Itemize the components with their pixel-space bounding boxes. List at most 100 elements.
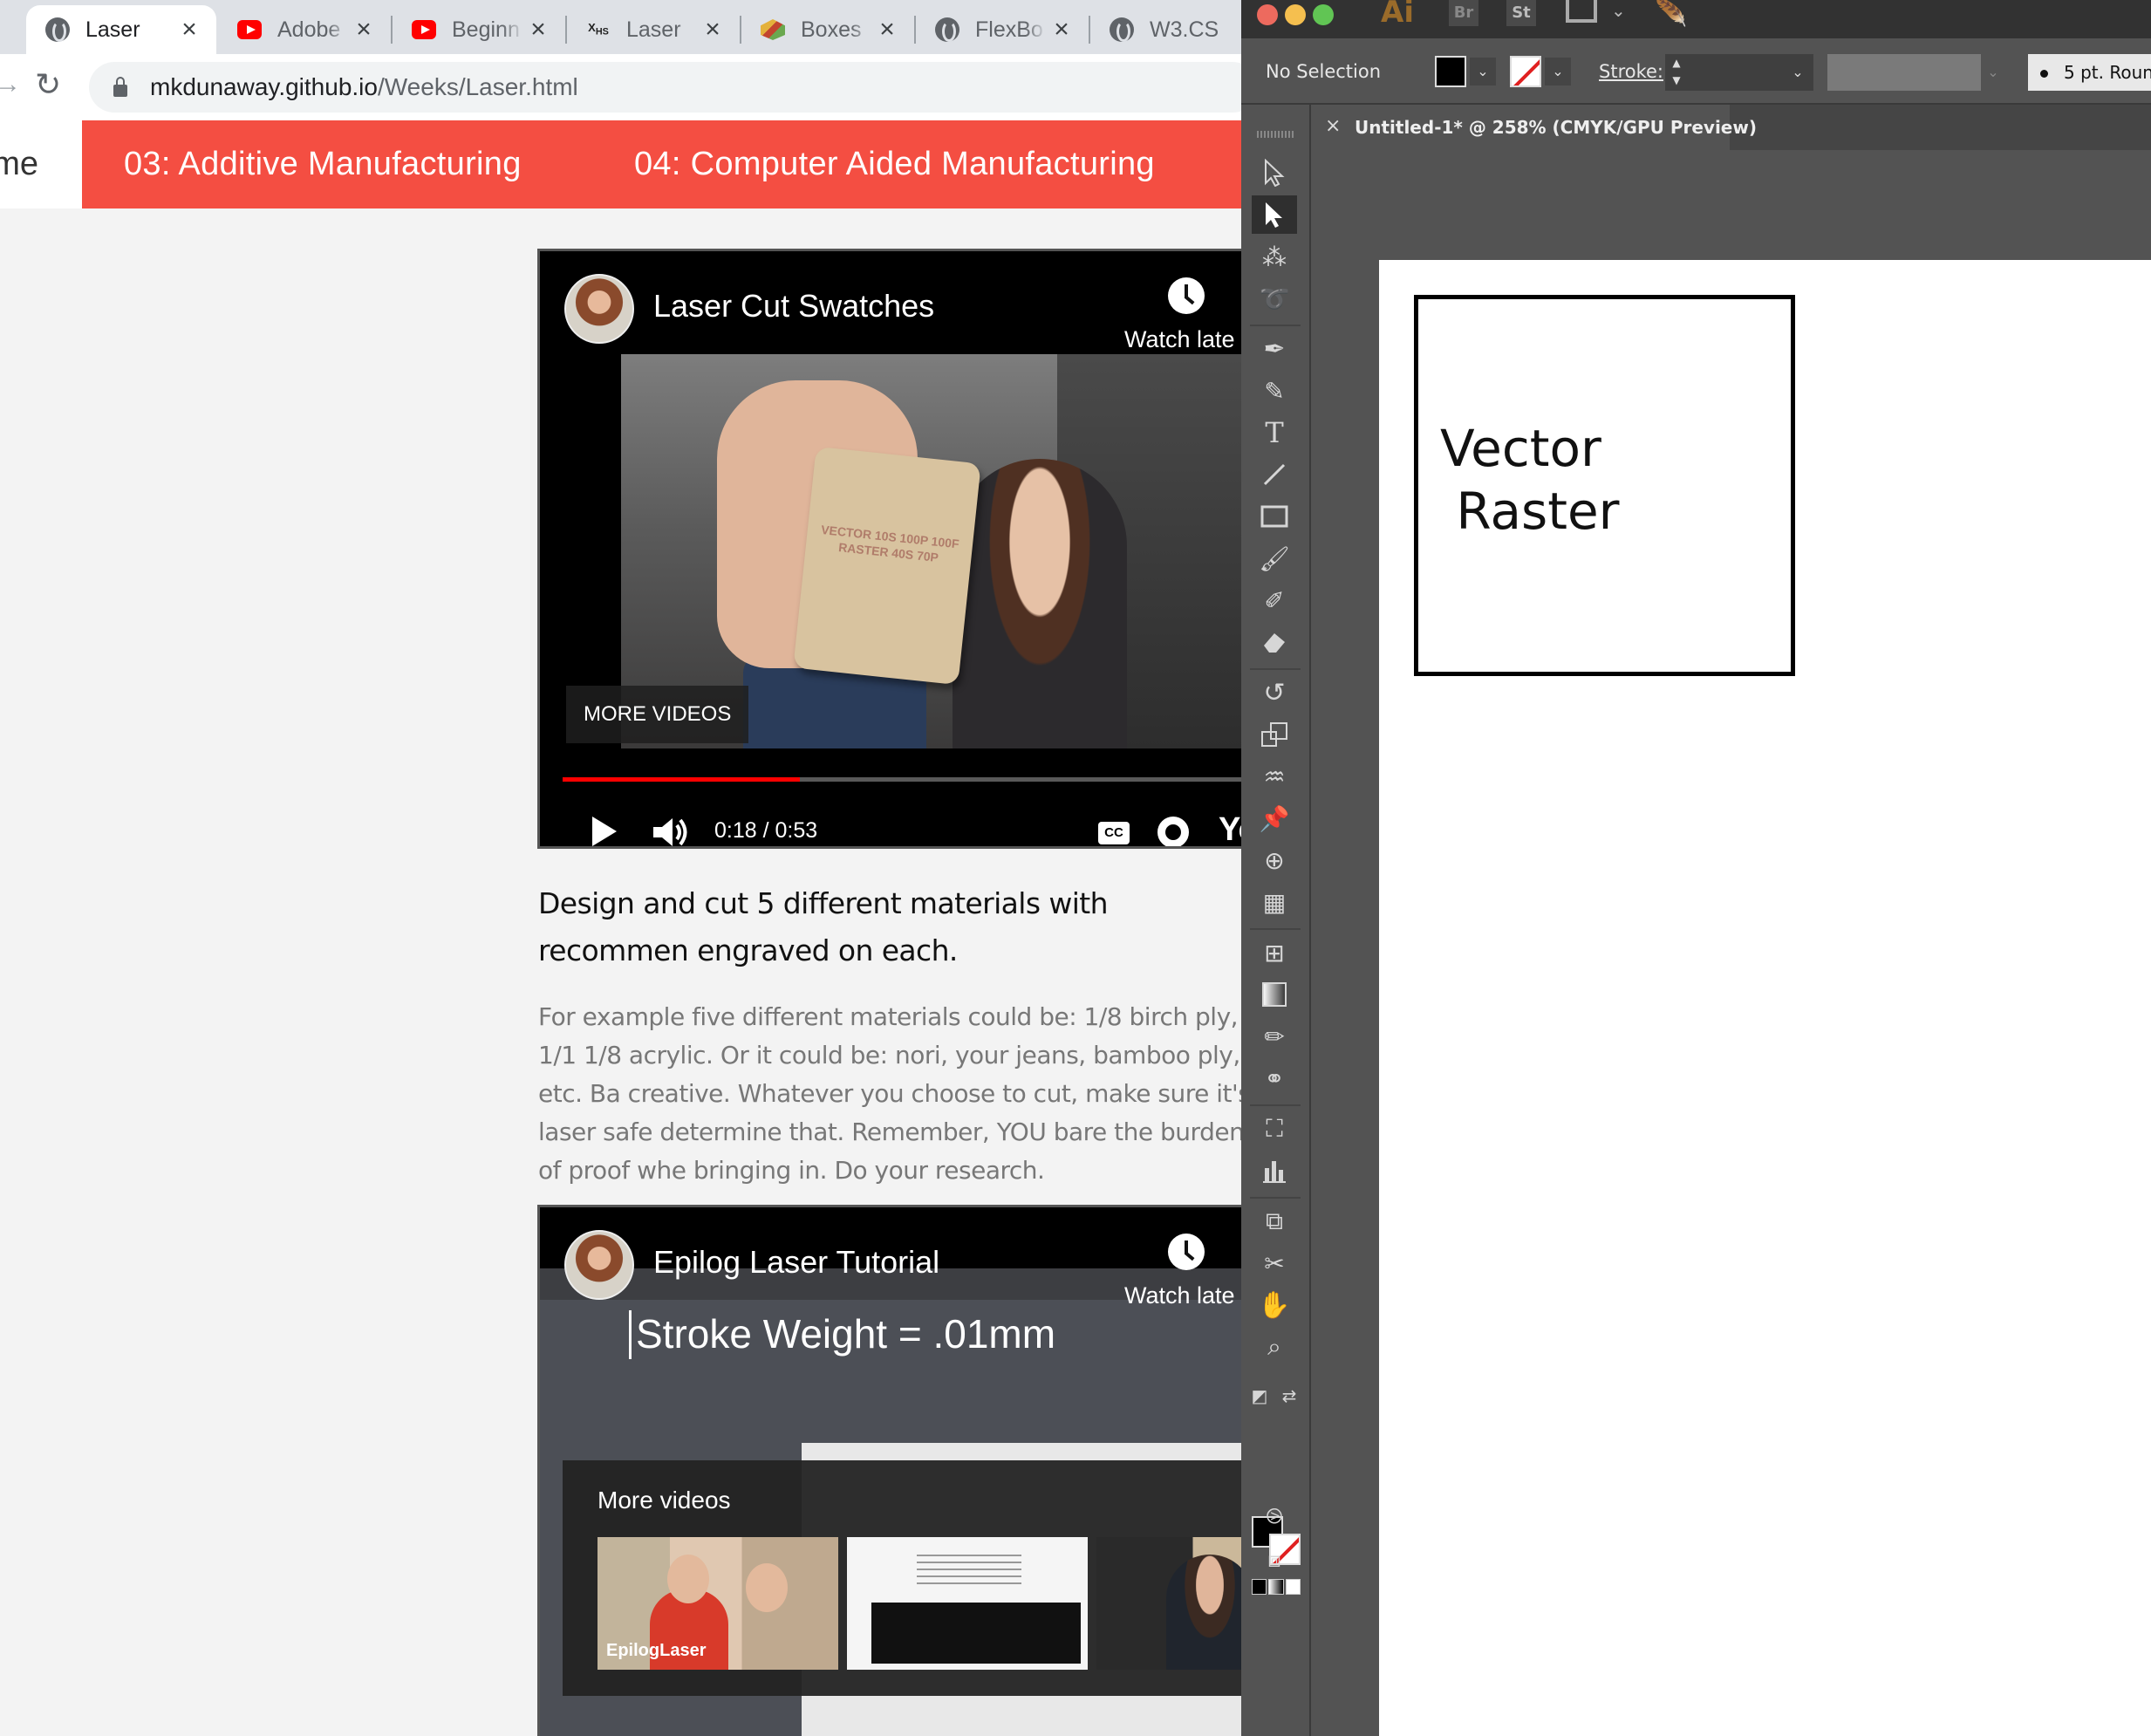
chevron-down-icon[interactable]: ⌄	[1611, 0, 1626, 21]
gradient-mode-icon[interactable]	[1268, 1579, 1284, 1595]
channel-avatar[interactable]	[564, 274, 634, 344]
shaper-tool-icon[interactable]: ✐	[1252, 581, 1297, 619]
tab-adobe[interactable]: Adobe ×	[218, 5, 391, 54]
nav-additive-manufacturing[interactable]: 03: Additive Manufacturing	[124, 120, 522, 208]
swap-fill-stroke-icon[interactable]: ⇄	[1276, 1377, 1302, 1415]
video-laser-cut-swatches[interactable]: VECTOR 10S 100P 100F RASTER 40S 70P Lase…	[537, 249, 1241, 849]
chevron-down-icon[interactable]: ⌄	[1782, 54, 1813, 91]
default-fill-stroke-icon[interactable]: ◩	[1246, 1377, 1273, 1415]
video-title[interactable]: Laser Cut Swatches	[653, 288, 934, 325]
screen-mode-icon[interactable]: ⧈	[1252, 1541, 1297, 1579]
perspective-grid-tool-icon[interactable]: ▦	[1252, 883, 1297, 921]
channel-avatar[interactable]	[564, 1230, 634, 1300]
rotate-tool-icon[interactable]: ↺	[1252, 673, 1297, 712]
tab-w3css[interactable]: W3.CS	[1090, 5, 1241, 54]
tab-boxes[interactable]: Boxes ×	[741, 5, 914, 54]
color-mode-buttons[interactable]	[1252, 1579, 1301, 1595]
artboard-text[interactable]: Vector Raster	[1440, 417, 1620, 543]
variable-width-profile[interactable]	[1827, 54, 1981, 91]
zoom-tool-icon[interactable]: ⌕	[1252, 1328, 1297, 1366]
close-icon[interactable]: ×	[523, 15, 553, 44]
stroke-color-swatch[interactable]	[1510, 56, 1541, 87]
fill-color-swatch[interactable]	[1435, 56, 1466, 87]
line-segment-tool-icon[interactable]	[1252, 455, 1297, 494]
drawing-modes-icon[interactable]: ⧁	[1252, 1497, 1297, 1535]
shape-builder-tool-icon[interactable]: ⊕	[1252, 841, 1297, 879]
slice-tool-icon[interactable]: ✂	[1252, 1244, 1297, 1282]
gradient-tool-icon[interactable]	[1252, 975, 1297, 1014]
video-title[interactable]: Epilog Laser Tutorial	[653, 1244, 939, 1281]
nav-home[interactable]: me	[0, 120, 82, 208]
clock-icon[interactable]	[1168, 277, 1205, 314]
paintbrush-tool-icon[interactable]: 🖌	[1252, 539, 1297, 578]
arrange-documents-icon[interactable]	[1566, 0, 1597, 23]
tab-beginner[interactable]: Beginn ×	[393, 5, 565, 54]
feather-icon[interactable]: 🪶	[1655, 0, 1687, 29]
youtube-logo[interactable]: Yo	[1219, 811, 1241, 846]
close-icon[interactable]: ×	[1047, 15, 1076, 44]
panel-grip[interactable]	[1257, 131, 1295, 138]
back-arrow-icon[interactable]: →	[0, 70, 21, 99]
chevron-down-icon[interactable]: ⌄	[1470, 58, 1496, 85]
nav-computer-aided-manufacturing[interactable]: 04: Computer Aided Manufacturing	[634, 120, 1155, 208]
scale-tool-icon[interactable]	[1252, 715, 1297, 754]
puppet-warp-tool-icon[interactable]: 📌	[1252, 799, 1297, 837]
rectangle-tool-icon[interactable]	[1252, 497, 1297, 536]
clock-icon[interactable]	[1168, 1234, 1205, 1270]
reload-icon[interactable]: ↻	[35, 66, 61, 103]
more-videos-button[interactable]: MORE VIDEOS	[566, 686, 749, 743]
magic-wand-tool-icon[interactable]: ⁂	[1252, 237, 1297, 276]
curvature-tool-icon[interactable]: ✎	[1252, 372, 1297, 410]
lock-icon[interactable]	[113, 77, 127, 97]
stroke-weight-field[interactable]	[1688, 54, 1782, 91]
selection-tool-icon[interactable]	[1252, 154, 1297, 192]
watch-later-label[interactable]: Watch late	[1124, 326, 1235, 353]
close-window-button[interactable]	[1257, 4, 1278, 25]
bridge-button[interactable]: Br	[1449, 0, 1478, 26]
tab-partial[interactable]	[0, 5, 17, 54]
close-icon[interactable]: ×	[1325, 115, 1341, 137]
eyedropper-tool-icon[interactable]: ✏	[1252, 1017, 1297, 1056]
zoom-window-button[interactable]	[1313, 4, 1334, 25]
close-icon[interactable]: ×	[872, 15, 902, 44]
hand-tool-icon[interactable]: ✋	[1252, 1286, 1297, 1324]
tab-laser-xhs[interactable]: XHS Laser ×	[567, 5, 740, 54]
video-thumbnail[interactable]	[847, 1537, 1088, 1670]
chevron-down-icon[interactable]: ⌄	[1981, 54, 2005, 91]
column-graph-tool-icon[interactable]	[1252, 1152, 1297, 1190]
captions-icon[interactable]: CC	[1098, 822, 1130, 844]
stroke-stepper[interactable]: ▲ ▼	[1665, 54, 1688, 91]
symbol-sprayer-tool-icon[interactable]: ⛶	[1252, 1110, 1297, 1148]
close-icon[interactable]: ×	[349, 15, 379, 44]
warp-tool-icon[interactable]: ♒	[1252, 757, 1297, 796]
minimize-window-button[interactable]	[1285, 4, 1306, 25]
type-tool-icon[interactable]: T	[1252, 413, 1297, 452]
blend-tool-icon[interactable]: ⚭	[1252, 1059, 1297, 1097]
close-icon[interactable]: ×	[174, 15, 204, 44]
document-tab[interactable]: × Untitled-1* @ 258% (CMYK/GPU Preview)	[1311, 105, 1757, 150]
lasso-tool-icon[interactable]: ➰	[1252, 279, 1297, 318]
chevron-down-icon[interactable]: ⌄	[1545, 58, 1571, 85]
eraser-tool-icon[interactable]	[1252, 623, 1297, 661]
video-epilog-laser-tutorial[interactable]: Epilog Laser Tutorial Watch late Stroke …	[537, 1205, 1241, 1736]
artboard-tool-icon[interactable]: ⧉	[1252, 1202, 1297, 1240]
settings-gear-icon[interactable]	[1157, 817, 1189, 846]
artboard[interactable]: Vector Raster	[1379, 260, 2151, 1736]
close-icon[interactable]: ×	[698, 15, 727, 44]
play-icon[interactable]	[592, 817, 617, 846]
pen-tool-icon[interactable]: ✒	[1252, 330, 1297, 368]
mesh-tool-icon[interactable]: ⊞	[1252, 933, 1297, 972]
tab-flexbox[interactable]: FlexBo ×	[916, 5, 1089, 54]
tab-laser-active[interactable]: Laser ×	[26, 5, 216, 54]
color-mode-icon[interactable]	[1252, 1579, 1267, 1595]
watch-later-label[interactable]: Watch late	[1124, 1282, 1235, 1309]
stroke-label[interactable]: Stroke:	[1599, 61, 1663, 82]
pasteboard[interactable]: Vector Raster	[1311, 150, 2151, 1736]
video-thumbnail[interactable]	[1096, 1537, 1241, 1670]
video-thumbnail[interactable]: EpilogLaser	[598, 1537, 838, 1670]
none-mode-icon[interactable]	[1285, 1579, 1301, 1595]
stock-button[interactable]: St	[1506, 0, 1536, 26]
address-bar[interactable]: mkdunaway.github.io/Weeks/Laser.html	[89, 62, 1241, 113]
direct-selection-tool-icon[interactable]	[1252, 195, 1297, 234]
brush-definition-dropdown[interactable]: 5 pt. Round	[2028, 54, 2151, 91]
